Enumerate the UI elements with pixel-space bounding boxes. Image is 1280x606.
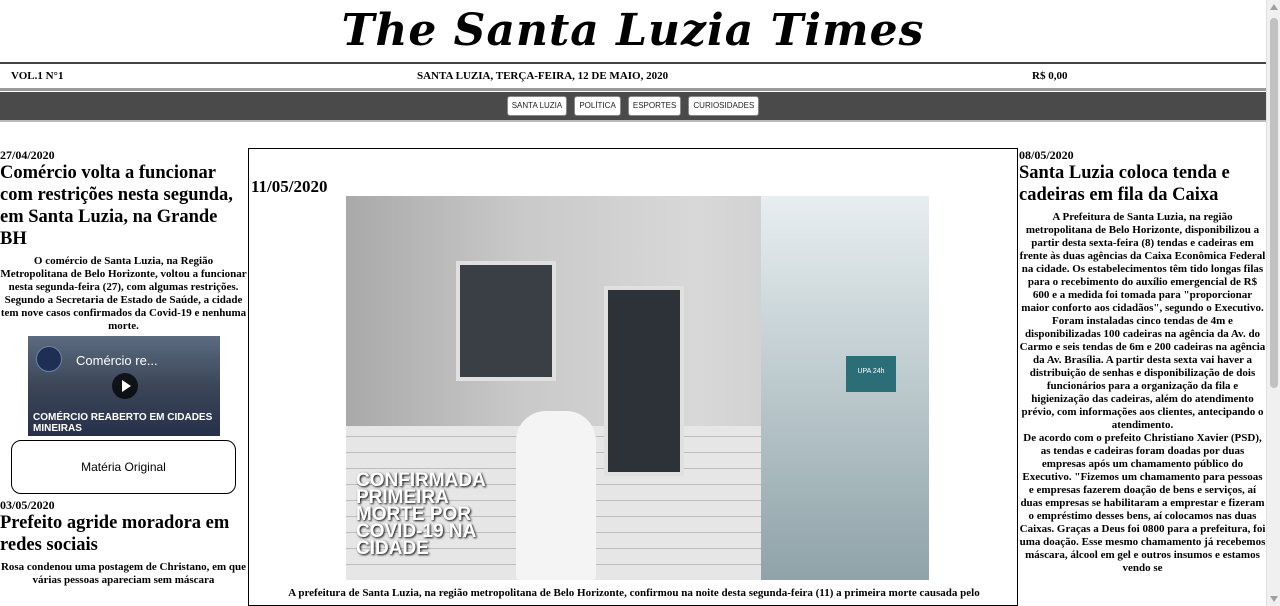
- article-date: 11/05/2020: [251, 177, 328, 196]
- video-embed[interactable]: Comércio re... COMÉRCIO REABERTO EM CIDA…: [28, 336, 220, 436]
- scrollbar-thumb[interactable]: [1270, 18, 1278, 388]
- article-headline[interactable]: Comércio volta a funcionar com restriçõe…: [0, 162, 247, 250]
- play-icon[interactable]: [112, 373, 138, 399]
- nav-curiosidades[interactable]: CURIOSIDADES: [688, 96, 760, 116]
- center-column: 11/05/2020 UPA 24h CONFIRMADA PRIMEIRA M…: [248, 148, 1018, 606]
- scrollbar[interactable]: [1266, 0, 1280, 606]
- scroll-up-icon[interactable]: [1270, 4, 1278, 10]
- article-date: 27/04/2020: [0, 148, 55, 162]
- channel-avatar: [36, 346, 62, 372]
- article-photo: UPA 24h CONFIRMADA PRIMEIRA MORTE POR CO…: [346, 196, 929, 580]
- video-title: Comércio re...: [76, 353, 158, 368]
- divider: [0, 88, 1266, 91]
- article-paragraph: A Prefeitura de Santa Luzia, na região m…: [1019, 211, 1266, 314]
- newspaper-title: The Santa Luzia Times: [341, 5, 925, 56]
- info-bar: VOL.1 N°1 SANTA LUZIA, TERÇA-FEIRA, 12 D…: [0, 64, 1266, 88]
- divider: [0, 120, 1266, 122]
- article-paragraph: Foram instaladas cinco tendas de 4m e di…: [1019, 315, 1266, 431]
- nav-politica[interactable]: POLÍTICA: [574, 96, 621, 116]
- article-paragraph: Rosa condenou uma postagem de Christano,…: [0, 561, 247, 586]
- scroll-down-icon[interactable]: [1270, 596, 1278, 602]
- upa-sign: UPA 24h: [846, 356, 896, 392]
- article-headline[interactable]: Prefeito agride moradora em redes sociai…: [0, 512, 247, 556]
- nav-esportes[interactable]: ESPORTES: [627, 96, 682, 116]
- dateline: SANTA LUZIA, TERÇA-FEIRA, 12 DE MAIO, 20…: [417, 70, 669, 82]
- article-paragraph: A prefeitura de Santa Luzia, na região m…: [288, 587, 980, 599]
- original-article-button[interactable]: Matéria Original: [11, 440, 236, 494]
- left-column: 27/04/2020 Comércio volta a funcionar co…: [0, 148, 247, 606]
- masthead: The Santa Luzia Times: [0, 0, 1266, 62]
- article-paragraph: Segundo a Secretaria de Estado de Saúde,…: [0, 294, 247, 332]
- nav-bar: SANTA LUZIA POLÍTICA ESPORTES CURIOSIDAD…: [0, 92, 1266, 120]
- article-paragraph: O comércio de Santa Luzia, na Região Met…: [0, 255, 247, 293]
- volume-label: VOL.1 N°1: [11, 70, 64, 82]
- person-figure: [516, 411, 596, 580]
- article-date: 03/05/2020: [0, 498, 55, 512]
- nav-santa-luzia[interactable]: SANTA LUZIA: [506, 96, 568, 116]
- article-date: 08/05/2020: [1019, 148, 1074, 162]
- right-column: 08/05/2020 Santa Luzia coloca tenda e ca…: [1019, 148, 1266, 606]
- article-headline[interactable]: Santa Luzia coloca tenda e cadeiras em f…: [1019, 162, 1266, 206]
- price-label: R$ 0,00: [1032, 70, 1068, 82]
- photo-overlay-text: CONFIRMADA PRIMEIRA MORTE POR COVID-19 N…: [356, 470, 486, 559]
- video-caption: COMÉRCIO REABERTO EM CIDADES MINEIRAS: [33, 412, 213, 434]
- article-paragraph: De acordo com o prefeito Christiano Xavi…: [1019, 432, 1266, 574]
